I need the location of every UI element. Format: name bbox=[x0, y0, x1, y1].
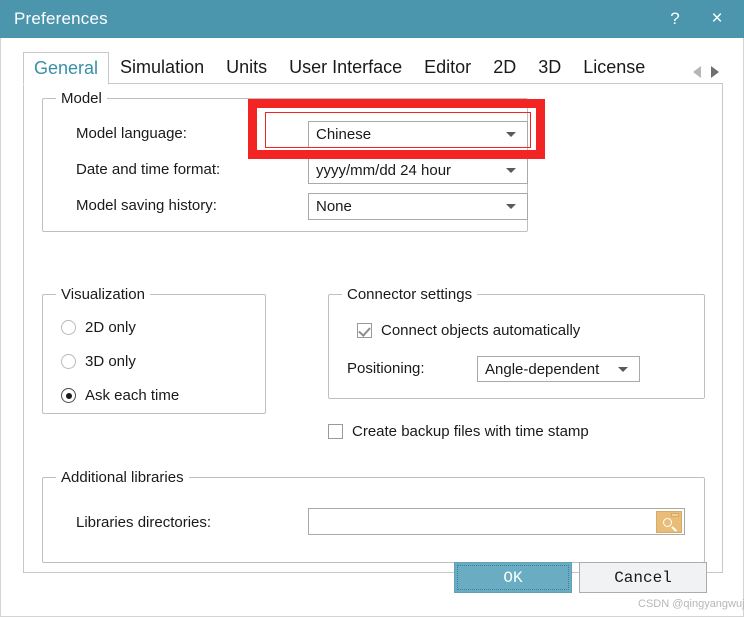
focus-ring bbox=[457, 565, 569, 590]
model-language-value: Chinese bbox=[316, 126, 372, 143]
model-group-title: Model bbox=[56, 90, 107, 107]
model-group: Model Model language: Chinese Date and t… bbox=[42, 90, 528, 232]
checkbox-indicator bbox=[328, 424, 343, 439]
model-language-combobox[interactable]: Chinese bbox=[308, 121, 528, 148]
radio-2d-only[interactable]: 2D only bbox=[61, 319, 136, 336]
radio-indicator-selected bbox=[61, 388, 76, 403]
chevron-down-icon bbox=[506, 132, 516, 137]
checkbox-indicator-checked bbox=[357, 323, 372, 338]
ok-button[interactable]: OK bbox=[454, 562, 572, 593]
radio-ask-each-time-label: Ask each time bbox=[85, 387, 180, 404]
additional-libraries-group: Additional libraries Libraries directori… bbox=[42, 469, 705, 563]
libraries-directories-label: Libraries directories: bbox=[76, 514, 212, 531]
tab-strip: General Simulation Units User Interface … bbox=[23, 51, 723, 85]
preferences-dialog: Preferences ? × General Simulation Units… bbox=[0, 0, 744, 617]
dialog-body: General Simulation Units User Interface … bbox=[0, 38, 744, 617]
watermark: CSDN @qingyangwuji bbox=[638, 598, 744, 610]
connector-settings-group-title: Connector settings bbox=[342, 286, 478, 303]
tab-general[interactable]: General bbox=[23, 52, 110, 85]
tab-scroll-controls bbox=[693, 66, 723, 84]
positioning-value: Angle-dependent bbox=[485, 360, 600, 378]
radio-ask-each-time[interactable]: Ask each time bbox=[61, 387, 179, 404]
window-title: Preferences bbox=[14, 9, 108, 28]
radio-indicator bbox=[61, 354, 76, 369]
create-backup-label: Create backup files with time stamp bbox=[352, 423, 589, 440]
datetime-format-label: Date and time format: bbox=[76, 161, 221, 178]
visualization-group-title: Visualization bbox=[56, 286, 150, 303]
close-icon[interactable]: × bbox=[696, 0, 738, 38]
chevron-down-icon bbox=[506, 204, 516, 209]
tab-3d[interactable]: 3D bbox=[527, 51, 572, 84]
tab-user-interface[interactable]: User Interface bbox=[278, 51, 413, 84]
libraries-directories-field[interactable] bbox=[308, 508, 685, 535]
checkbox-create-backup-files[interactable]: Create backup files with time stamp bbox=[328, 423, 589, 440]
title-bar: Preferences ? × bbox=[0, 0, 744, 38]
help-icon[interactable]: ? bbox=[654, 0, 696, 38]
cancel-button-label: Cancel bbox=[614, 568, 672, 587]
tab-2d[interactable]: 2D bbox=[482, 51, 527, 84]
chevron-down-icon bbox=[618, 366, 628, 372]
radio-indicator bbox=[61, 320, 76, 335]
model-language-label: Model language: bbox=[76, 125, 187, 142]
radio-3d-only[interactable]: 3D only bbox=[61, 353, 136, 370]
tab-scroll-next-icon[interactable] bbox=[711, 66, 719, 78]
radio-2d-only-label: 2D only bbox=[85, 319, 136, 336]
positioning-combobox[interactable]: Angle-dependent bbox=[477, 356, 640, 382]
tab-units[interactable]: Units bbox=[215, 51, 278, 84]
cancel-button[interactable]: Cancel bbox=[579, 562, 707, 593]
tab-editor[interactable]: Editor bbox=[413, 51, 482, 84]
tab-license[interactable]: License bbox=[572, 51, 656, 84]
visualization-group: Visualization 2D only 3D only Ask each t… bbox=[42, 286, 266, 414]
positioning-label: Positioning: bbox=[347, 360, 425, 377]
tab-scroll-prev-icon[interactable] bbox=[693, 66, 701, 78]
connect-objects-label: Connect objects automatically bbox=[381, 322, 581, 339]
general-tab-page: Model Model language: Chinese Date and t… bbox=[23, 83, 723, 573]
chevron-down-icon bbox=[506, 168, 516, 173]
model-saving-history-combobox[interactable]: None bbox=[308, 193, 528, 220]
radio-3d-only-label: 3D only bbox=[85, 353, 136, 370]
folder-search-icon[interactable] bbox=[656, 510, 682, 533]
tab-simulation[interactable]: Simulation bbox=[109, 51, 215, 84]
libraries-directories-input[interactable] bbox=[309, 508, 656, 535]
additional-libraries-group-title: Additional libraries bbox=[56, 469, 189, 486]
datetime-format-combobox[interactable]: yyyy/mm/dd 24 hour bbox=[308, 157, 528, 184]
model-saving-history-label: Model saving history: bbox=[76, 197, 217, 214]
datetime-format-value: yyyy/mm/dd 24 hour bbox=[316, 162, 452, 179]
checkbox-connect-objects-automatically[interactable]: Connect objects automatically bbox=[357, 322, 580, 339]
model-saving-history-value: None bbox=[316, 198, 352, 215]
connector-settings-group: Connector settings Connect objects autom… bbox=[328, 286, 705, 399]
